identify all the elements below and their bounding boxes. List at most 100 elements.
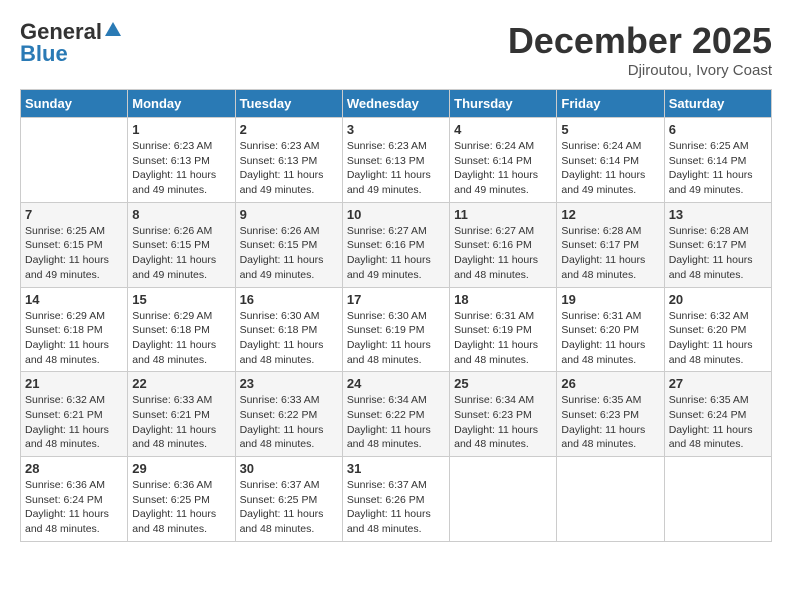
day-number: 5 [561, 122, 659, 137]
calendar-week-row: 21Sunrise: 6:32 AMSunset: 6:21 PMDayligh… [21, 372, 772, 457]
calendar-week-row: 1 Sunrise: 6:23 AMSunset: 6:13 PMDaylight… [21, 118, 772, 203]
day-number: 2 [240, 122, 338, 137]
day-number: 28 [25, 461, 123, 476]
day-info: Sunrise: 6:30 AMSunset: 6:18 PMDaylight:… [240, 309, 338, 368]
calendar-cell: 8 Sunrise: 6:26 AMSunset: 6:15 PMDaylight… [128, 202, 235, 287]
calendar-cell: 30 Sunrise: 6:37 AMSunset: 6:25 PMDayligh… [235, 457, 342, 542]
day-number: 10 [347, 207, 445, 222]
calendar-cell: 20 Sunrise: 6:32 AMSunset: 6:20 PMDayligh… [664, 287, 771, 372]
day-of-week-header: Wednesday [342, 90, 449, 118]
calendar-cell: 2 Sunrise: 6:23 AMSunset: 6:13 PMDaylight… [235, 118, 342, 203]
day-of-week-header: Friday [557, 90, 664, 118]
day-number: 30 [240, 461, 338, 476]
day-number: 16 [240, 292, 338, 307]
day-number: 17 [347, 292, 445, 307]
month-title: December 2025 [508, 20, 772, 62]
day-info: Sunrise: 6:34 AMSunset: 6:23 PMDaylight:… [454, 393, 552, 452]
calendar-cell: 6Sunrise: 6:25 AMSunset: 6:14 PMDaylight… [664, 118, 771, 203]
day-number: 12 [561, 207, 659, 222]
day-number: 13 [669, 207, 767, 222]
calendar-cell [664, 457, 771, 542]
calendar-cell: 1 Sunrise: 6:23 AMSunset: 6:13 PMDaylight… [128, 118, 235, 203]
calendar-cell: 17 Sunrise: 6:30 AMSunset: 6:19 PMDayligh… [342, 287, 449, 372]
day-info: Sunrise: 6:33 AMSunset: 6:22 PMDaylight:… [240, 393, 338, 452]
day-info: Sunrise: 6:33 AMSunset: 6:21 PMDaylight:… [132, 393, 230, 452]
calendar-week-row: 14 Sunrise: 6:29 AMSunset: 6:18 PMDayligh… [21, 287, 772, 372]
day-number: 27 [669, 376, 767, 391]
calendar-cell: 3 Sunrise: 6:23 AMSunset: 6:13 PMDaylight… [342, 118, 449, 203]
day-info: Sunrise: 6:37 AMSunset: 6:25 PMDaylight:… [240, 478, 338, 537]
day-info: Sunrise: 6:24 AMSunset: 6:14 PMDaylight:… [454, 139, 552, 198]
day-info: Sunrise: 6:23 AMSunset: 6:13 PMDaylight:… [347, 139, 445, 198]
calendar-cell: 27 Sunrise: 6:35 AMSunset: 6:24 PMDayligh… [664, 372, 771, 457]
day-info: Sunrise: 6:29 AMSunset: 6:18 PMDaylight:… [132, 309, 230, 368]
day-info: Sunrise: 6:36 AMSunset: 6:24 PMDaylight:… [25, 478, 123, 537]
calendar-cell [450, 457, 557, 542]
calendar-cell: 21Sunrise: 6:32 AMSunset: 6:21 PMDayligh… [21, 372, 128, 457]
day-info: Sunrise: 6:27 AMSunset: 6:16 PMDaylight:… [347, 224, 445, 283]
calendar-cell: 9Sunrise: 6:26 AMSunset: 6:15 PMDaylight… [235, 202, 342, 287]
day-info: Sunrise: 6:26 AMSunset: 6:15 PMDaylight:… [132, 224, 230, 283]
day-number: 11 [454, 207, 552, 222]
calendar-cell [21, 118, 128, 203]
day-number: 22 [132, 376, 230, 391]
calendar: SundayMondayTuesdayWednesdayThursdayFrid… [20, 89, 772, 542]
day-number: 7 [25, 207, 123, 222]
title-area: December 2025 Djiroutou, Ivory Coast [508, 20, 772, 79]
day-info: Sunrise: 6:35 AMSunset: 6:24 PMDaylight:… [669, 393, 767, 452]
calendar-cell [557, 457, 664, 542]
calendar-week-row: 7Sunrise: 6:25 AMSunset: 6:15 PMDaylight… [21, 202, 772, 287]
calendar-cell: 5Sunrise: 6:24 AMSunset: 6:14 PMDaylight… [557, 118, 664, 203]
calendar-cell: 7Sunrise: 6:25 AMSunset: 6:15 PMDaylight… [21, 202, 128, 287]
calendar-cell: 22 Sunrise: 6:33 AMSunset: 6:21 PMDayligh… [128, 372, 235, 457]
logo-blue-text: Blue [20, 43, 68, 65]
day-number: 9 [240, 207, 338, 222]
day-info: Sunrise: 6:32 AMSunset: 6:20 PMDaylight:… [669, 309, 767, 368]
day-number: 15 [132, 292, 230, 307]
logo: General Blue [20, 20, 122, 65]
calendar-header-row: SundayMondayTuesdayWednesdayThursdayFrid… [21, 90, 772, 118]
calendar-cell: 31Sunrise: 6:37 AMSunset: 6:26 PMDayligh… [342, 457, 449, 542]
calendar-cell: 28 Sunrise: 6:36 AMSunset: 6:24 PMDayligh… [21, 457, 128, 542]
calendar-cell: 26 Sunrise: 6:35 AMSunset: 6:23 PMDayligh… [557, 372, 664, 457]
day-info: Sunrise: 6:30 AMSunset: 6:19 PMDaylight:… [347, 309, 445, 368]
day-info: Sunrise: 6:31 AMSunset: 6:19 PMDaylight:… [454, 309, 552, 368]
day-number: 23 [240, 376, 338, 391]
day-number: 3 [347, 122, 445, 137]
day-number: 18 [454, 292, 552, 307]
calendar-cell: 10 Sunrise: 6:27 AMSunset: 6:16 PMDayligh… [342, 202, 449, 287]
location: Djiroutou, Ivory Coast [508, 62, 772, 79]
calendar-cell: 23 Sunrise: 6:33 AMSunset: 6:22 PMDayligh… [235, 372, 342, 457]
day-of-week-header: Thursday [450, 90, 557, 118]
day-info: Sunrise: 6:25 AMSunset: 6:14 PMDaylight:… [669, 139, 767, 198]
day-number: 14 [25, 292, 123, 307]
calendar-week-row: 28 Sunrise: 6:36 AMSunset: 6:24 PMDayligh… [21, 457, 772, 542]
day-number: 29 [132, 461, 230, 476]
day-info: Sunrise: 6:35 AMSunset: 6:23 PMDaylight:… [561, 393, 659, 452]
day-info: Sunrise: 6:27 AMSunset: 6:16 PMDaylight:… [454, 224, 552, 283]
day-of-week-header: Saturday [664, 90, 771, 118]
day-info: Sunrise: 6:28 AMSunset: 6:17 PMDaylight:… [669, 224, 767, 283]
day-number: 4 [454, 122, 552, 137]
day-number: 21 [25, 376, 123, 391]
day-number: 1 [132, 122, 230, 137]
header: General Blue December 2025 Djiroutou, Iv… [20, 20, 772, 79]
day-of-week-header: Monday [128, 90, 235, 118]
day-of-week-header: Sunday [21, 90, 128, 118]
day-info: Sunrise: 6:23 AMSunset: 6:13 PMDaylight:… [132, 139, 230, 198]
day-number: 8 [132, 207, 230, 222]
calendar-cell: 18 Sunrise: 6:31 AMSunset: 6:19 PMDayligh… [450, 287, 557, 372]
day-number: 25 [454, 376, 552, 391]
day-number: 24 [347, 376, 445, 391]
calendar-cell: 15 Sunrise: 6:29 AMSunset: 6:18 PMDayligh… [128, 287, 235, 372]
calendar-cell: 16 Sunrise: 6:30 AMSunset: 6:18 PMDayligh… [235, 287, 342, 372]
calendar-cell: 29Sunrise: 6:36 AMSunset: 6:25 PMDayligh… [128, 457, 235, 542]
day-number: 26 [561, 376, 659, 391]
calendar-cell: 12Sunrise: 6:28 AMSunset: 6:17 PMDayligh… [557, 202, 664, 287]
day-number: 20 [669, 292, 767, 307]
day-info: Sunrise: 6:23 AMSunset: 6:13 PMDaylight:… [240, 139, 338, 198]
logo-icon [104, 20, 122, 38]
calendar-cell: 19Sunrise: 6:31 AMSunset: 6:20 PMDayligh… [557, 287, 664, 372]
day-number: 19 [561, 292, 659, 307]
day-of-week-header: Tuesday [235, 90, 342, 118]
